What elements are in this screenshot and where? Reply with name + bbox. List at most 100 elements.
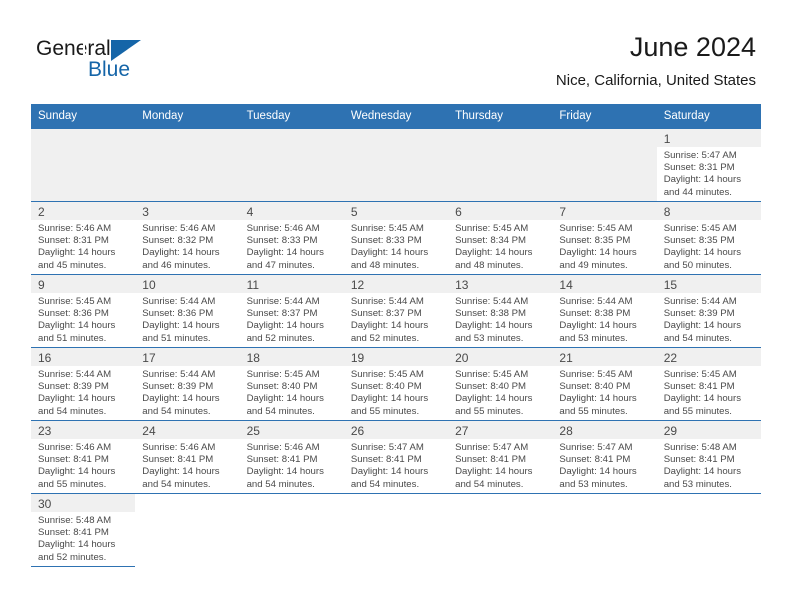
calendar-day-cell[interactable]: 28 Sunrise: 5:47 AM Sunset: 8:41 PM Dayligh… bbox=[552, 420, 657, 494]
calendar-cell-empty bbox=[552, 129, 657, 202]
sunset-time: Sunset: 8:39 PM bbox=[142, 381, 214, 393]
calendar-day-cell[interactable]: 12 Sunrise: 5:44 AM Sunset: 8:37 PM Dayligh… bbox=[343, 274, 449, 348]
daylight-duration-line2: and 55 minutes. bbox=[559, 405, 628, 417]
calendar-day-cell[interactable]: 10 Sunrise: 5:44 AM Sunset: 8:36 PM Dayligh… bbox=[135, 274, 240, 348]
day-cell-inner: 1 Sunrise: 5:47 AM Sunset: 8:31 PM Daylight… bbox=[656, 129, 761, 201]
sunrise-time: Sunrise: 5:47 AM bbox=[455, 442, 529, 453]
daylight-duration-line1: Daylight: 14 hours bbox=[663, 320, 742, 332]
daylight-duration-line2: and 54 minutes. bbox=[350, 478, 420, 490]
sunrise-time: Sunrise: 5:45 AM bbox=[350, 369, 424, 380]
calendar-day-cell[interactable]: 22 Sunrise: 5:45 AM Sunset: 8:41 PM Dayligh… bbox=[656, 347, 761, 421]
calendar-day-cell[interactable]: 23 Sunrise: 5:46 AM Sunset: 8:41 PM Dayligh… bbox=[31, 420, 136, 494]
day-cell-inner: 5 Sunrise: 5:45 AM Sunset: 8:33 PM Daylight… bbox=[343, 202, 449, 274]
day-details: Sunrise: 5:45 AM Sunset: 8:33 PM Daylight:… bbox=[344, 220, 448, 272]
day-cell-inner: 21 Sunrise: 5:45 AM Sunset: 8:40 PM Dayligh… bbox=[552, 348, 657, 420]
calendar-day-cell[interactable]: 27 Sunrise: 5:47 AM Sunset: 8:41 PM Dayligh… bbox=[448, 420, 553, 494]
day-cell-inner: 24 Sunrise: 5:46 AM Sunset: 8:41 PM Dayligh… bbox=[135, 421, 240, 493]
calendar-day-cell[interactable]: 26 Sunrise: 5:47 AM Sunset: 8:41 PM Dayligh… bbox=[343, 420, 449, 494]
calendar-day-cell[interactable]: 25 Sunrise: 5:46 AM Sunset: 8:41 PM Dayligh… bbox=[239, 420, 344, 494]
daylight-duration-line2: and 47 minutes. bbox=[246, 259, 315, 271]
calendar-day-cell[interactable]: 13 Sunrise: 5:44 AM Sunset: 8:38 PM Dayligh… bbox=[448, 274, 553, 348]
sunset-time: Sunset: 8:41 PM bbox=[38, 454, 109, 466]
day-number: 21 bbox=[552, 348, 657, 366]
calendar-day-cell[interactable]: 21 Sunrise: 5:45 AM Sunset: 8:40 PM Dayligh… bbox=[552, 347, 657, 421]
sunrise-time: Sunrise: 5:45 AM bbox=[663, 369, 737, 380]
calendar-day-cell[interactable]: 5 Sunrise: 5:45 AM Sunset: 8:33 PM Daylight… bbox=[343, 201, 449, 275]
calendar-day-cell[interactable]: 18 Sunrise: 5:45 AM Sunset: 8:40 PM Dayligh… bbox=[239, 347, 344, 421]
daylight-duration-line2: and 55 minutes. bbox=[350, 405, 420, 417]
day-details: Sunrise: 5:48 AM Sunset: 8:41 PM Daylight:… bbox=[657, 439, 761, 491]
day-details: Sunrise: 5:44 AM Sunset: 8:37 PM Daylight:… bbox=[344, 293, 448, 345]
sunset-time: Sunset: 8:37 PM bbox=[246, 308, 318, 320]
sunset-time: Sunset: 8:41 PM bbox=[246, 454, 318, 466]
daylight-duration-line1: Daylight: 14 hours bbox=[142, 393, 220, 405]
sunrise-time: Sunrise: 5:47 AM bbox=[559, 442, 633, 453]
sunset-time: Sunset: 8:40 PM bbox=[455, 381, 527, 393]
calendar-day-cell[interactable]: 20 Sunrise: 5:45 AM Sunset: 8:40 PM Dayligh… bbox=[448, 347, 553, 421]
day-cell-inner: 10 Sunrise: 5:44 AM Sunset: 8:36 PM Dayligh… bbox=[135, 275, 240, 347]
sunrise-time: Sunrise: 5:44 AM bbox=[455, 296, 529, 307]
sunrise-time: Sunrise: 5:47 AM bbox=[663, 150, 737, 161]
daylight-duration-line2: and 48 minutes. bbox=[350, 259, 420, 271]
sunrise-time: Sunrise: 5:46 AM bbox=[142, 223, 216, 234]
calendar-day-cell[interactable]: 17 Sunrise: 5:44 AM Sunset: 8:39 PM Dayligh… bbox=[135, 347, 240, 421]
calendar-day-cell[interactable]: 16 Sunrise: 5:44 AM Sunset: 8:39 PM Dayligh… bbox=[31, 347, 136, 421]
day-number: 22 bbox=[656, 348, 761, 366]
daylight-duration-line1: Daylight: 14 hours bbox=[142, 320, 220, 332]
sunset-time: Sunset: 8:33 PM bbox=[246, 235, 318, 247]
calendar-day-cell[interactable]: 9 Sunrise: 5:45 AM Sunset: 8:36 PM Daylight… bbox=[31, 274, 136, 348]
calendar-day-cell[interactable]: 24 Sunrise: 5:46 AM Sunset: 8:41 PM Dayligh… bbox=[135, 420, 240, 494]
calendar-day-cell[interactable]: 4 Sunrise: 5:46 AM Sunset: 8:33 PM Daylight… bbox=[239, 201, 344, 275]
sunrise-time: Sunrise: 5:44 AM bbox=[350, 296, 424, 307]
brand-logo[interactable]: General Blue bbox=[36, 38, 246, 88]
calendar-day-cell[interactable]: 11 Sunrise: 5:44 AM Sunset: 8:37 PM Dayligh… bbox=[239, 274, 344, 348]
sunset-time: Sunset: 8:41 PM bbox=[142, 454, 214, 466]
day-number: 1 bbox=[656, 129, 761, 147]
daylight-duration-line1: Daylight: 14 hours bbox=[663, 466, 742, 478]
sunrise-time: Sunrise: 5:48 AM bbox=[38, 515, 112, 526]
day-cell-inner: 13 Sunrise: 5:44 AM Sunset: 8:38 PM Dayligh… bbox=[448, 275, 553, 347]
calendar-week-row: 16 Sunrise: 5:44 AM Sunset: 8:39 PM Dayligh… bbox=[31, 347, 761, 421]
calendar-day-cell[interactable]: 14 Sunrise: 5:44 AM Sunset: 8:38 PM Dayligh… bbox=[552, 274, 657, 348]
calendar-table: Sunday Monday Tuesday Wednesday Thursday… bbox=[31, 104, 761, 567]
calendar-day-cell[interactable]: 8 Sunrise: 5:45 AM Sunset: 8:35 PM Daylight… bbox=[656, 201, 761, 275]
day-number: 15 bbox=[656, 275, 761, 293]
day-details: Sunrise: 5:45 AM Sunset: 8:40 PM Daylight:… bbox=[552, 366, 656, 418]
day-details: Sunrise: 5:48 AM Sunset: 8:41 PM Daylight:… bbox=[31, 512, 135, 564]
daylight-duration-line2: and 50 minutes. bbox=[663, 259, 732, 271]
daylight-duration-line2: and 55 minutes. bbox=[663, 405, 732, 417]
day-details: Sunrise: 5:47 AM Sunset: 8:41 PM Daylight:… bbox=[448, 439, 552, 491]
calendar-day-cell[interactable]: 29 Sunrise: 5:48 AM Sunset: 8:41 PM Dayligh… bbox=[656, 420, 761, 494]
calendar-day-cell[interactable]: 30 Sunrise: 5:48 AM Sunset: 8:41 PM Dayligh… bbox=[31, 493, 136, 567]
calendar-day-cell[interactable]: 1 Sunrise: 5:47 AM Sunset: 8:31 PM Daylight… bbox=[656, 129, 761, 202]
calendar-cell-empty bbox=[239, 129, 344, 202]
sunrise-time: Sunrise: 5:46 AM bbox=[142, 442, 216, 453]
calendar-cell-empty bbox=[343, 493, 449, 567]
day-number: 23 bbox=[31, 421, 136, 439]
sunset-time: Sunset: 8:41 PM bbox=[559, 454, 631, 466]
calendar-day-cell[interactable]: 3 Sunrise: 5:46 AM Sunset: 8:32 PM Daylight… bbox=[135, 201, 240, 275]
calendar-cell-empty bbox=[448, 129, 553, 202]
calendar-day-cell[interactable]: 2 Sunrise: 5:46 AM Sunset: 8:31 PM Daylight… bbox=[31, 201, 136, 275]
day-number: 2 bbox=[31, 202, 136, 220]
weekday-header-tuesday: Tuesday bbox=[239, 104, 344, 129]
calendar-day-cell[interactable]: 19 Sunrise: 5:45 AM Sunset: 8:40 PM Dayligh… bbox=[343, 347, 449, 421]
sunset-time: Sunset: 8:33 PM bbox=[350, 235, 422, 247]
day-details: Sunrise: 5:44 AM Sunset: 8:38 PM Daylight:… bbox=[552, 293, 656, 345]
calendar-day-cell[interactable]: 7 Sunrise: 5:45 AM Sunset: 8:35 PM Daylight… bbox=[552, 201, 657, 275]
daylight-duration-line2: and 54 minutes. bbox=[455, 478, 524, 490]
daylight-duration-line2: and 52 minutes. bbox=[38, 551, 107, 563]
day-number: 25 bbox=[239, 421, 344, 439]
day-cell-inner: 2 Sunrise: 5:46 AM Sunset: 8:31 PM Daylight… bbox=[31, 202, 136, 274]
day-number: 9 bbox=[31, 275, 136, 293]
sunset-time: Sunset: 8:41 PM bbox=[663, 454, 735, 466]
day-cell-inner: 14 Sunrise: 5:44 AM Sunset: 8:38 PM Dayligh… bbox=[552, 275, 657, 347]
sunrise-time: Sunrise: 5:45 AM bbox=[350, 223, 424, 234]
daylight-duration-line1: Daylight: 14 hours bbox=[663, 247, 742, 259]
daylight-duration-line2: and 54 minutes. bbox=[246, 478, 315, 490]
sunrise-time: Sunrise: 5:45 AM bbox=[246, 369, 320, 380]
calendar-day-cell[interactable]: 6 Sunrise: 5:45 AM Sunset: 8:34 PM Daylight… bbox=[448, 201, 553, 275]
daylight-duration-line2: and 55 minutes. bbox=[38, 478, 107, 490]
calendar-day-cell[interactable]: 15 Sunrise: 5:44 AM Sunset: 8:39 PM Dayligh… bbox=[656, 274, 761, 348]
calendar-page: General Blue June 2024 Nice, California,… bbox=[0, 0, 792, 612]
